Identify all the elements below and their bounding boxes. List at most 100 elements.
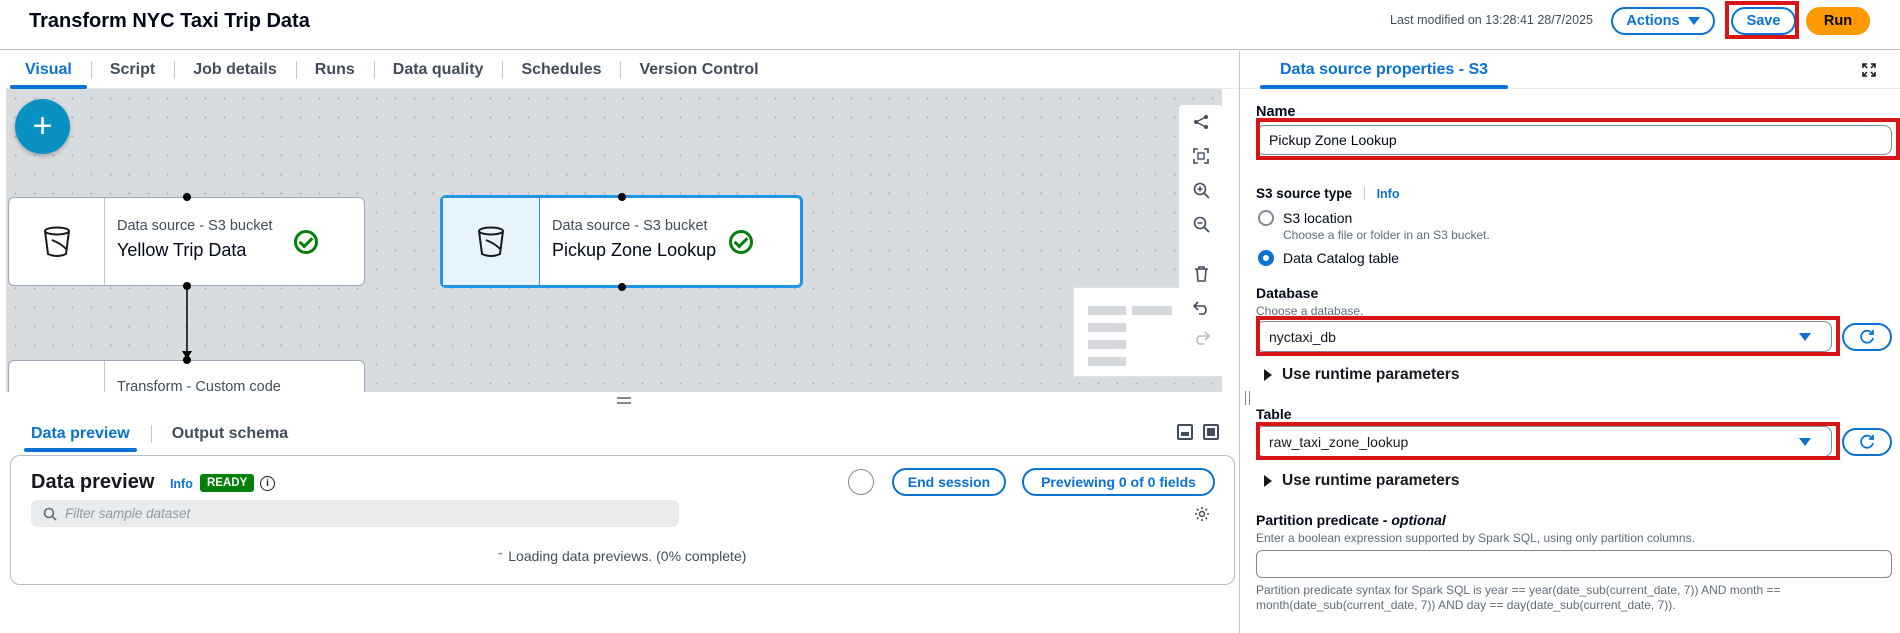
tab-version-control[interactable]: Version Control	[620, 51, 777, 89]
expand-icon[interactable]	[1862, 63, 1876, 77]
spinner-icon	[848, 469, 874, 495]
database-select[interactable]: nyctaxi_db	[1256, 321, 1832, 352]
caret-down-icon	[1799, 332, 1811, 341]
minimap-node	[1088, 357, 1126, 366]
partition-label: Partition predicate - optional	[1256, 512, 1446, 528]
gear-icon[interactable]	[1194, 506, 1210, 522]
info-circle-icon[interactable]: i	[260, 476, 275, 491]
previewing-fields-button[interactable]: Previewing 0 of 0 fields	[1022, 468, 1215, 496]
properties-panel: Data source properties - S3 Name S3 sour…	[1239, 51, 1900, 633]
refresh-database-button[interactable]	[1842, 323, 1892, 351]
split-handle[interactable]	[1245, 391, 1250, 405]
node-port[interactable]	[618, 283, 626, 291]
node-type: Transform - Custom code	[117, 379, 281, 392]
last-modified-text: Last modified on 13:28:41 28/7/2025	[1390, 13, 1593, 27]
tab-job-details[interactable]: Job details	[174, 51, 296, 89]
actions-button[interactable]: Actions	[1611, 7, 1715, 35]
tab-data-quality[interactable]: Data quality	[373, 51, 503, 89]
expander-label: Use runtime parameters	[1282, 472, 1460, 489]
radio-s3-location[interactable]	[1258, 210, 1274, 226]
minimap-node	[1088, 323, 1126, 332]
source-type-label: S3 source type Info	[1256, 186, 1400, 201]
node-transform-custom-code[interactable]: Transform - Custom code	[8, 360, 365, 392]
status-badge: READY	[200, 474, 255, 492]
radio-label: S3 location	[1283, 210, 1353, 226]
fit-view-icon[interactable]	[1179, 139, 1222, 173]
caret-down-icon	[1687, 17, 1700, 25]
node-yellow-trip-data[interactable]: Data source - S3 bucket Yellow Trip Data	[8, 197, 365, 286]
loading-status: ˘ Loading data previews. (0% complete)	[11, 548, 1234, 564]
caret-right-icon	[1264, 475, 1272, 487]
code-icon	[9, 361, 105, 392]
info-link[interactable]: Info	[1377, 187, 1400, 201]
bucket-icon	[9, 198, 105, 285]
node-port[interactable]	[183, 356, 191, 364]
tab-schedules[interactable]: Schedules	[502, 51, 620, 89]
source-type-text: S3 source type	[1256, 186, 1353, 201]
node-port[interactable]	[183, 193, 191, 201]
refresh-icon	[1860, 329, 1874, 344]
minimap-node	[1088, 340, 1126, 349]
runtime-params-expander[interactable]: Use runtime parameters	[1264, 366, 1459, 384]
node-type: Data source - S3 bucket	[117, 218, 273, 234]
maximize-panel-icon[interactable]	[1203, 424, 1219, 440]
node-port[interactable]	[183, 282, 191, 290]
refresh-table-button[interactable]	[1842, 428, 1892, 456]
undo-icon[interactable]	[1179, 291, 1222, 325]
optional-text: optional	[1391, 512, 1446, 528]
canvas-toolbar	[1179, 105, 1222, 355]
partition-description: Enter a boolean expression supported by …	[1256, 531, 1695, 545]
node-type: Data source - S3 bucket	[552, 218, 708, 234]
zoom-in-icon[interactable]	[1179, 173, 1222, 207]
filter-input[interactable]	[65, 506, 679, 521]
runtime-params-expander[interactable]: Use runtime parameters	[1264, 472, 1459, 490]
end-session-button[interactable]: End session	[892, 468, 1006, 496]
data-preview-title: Data preview Info	[31, 471, 193, 494]
page-title: Transform NYC Taxi Trip Data	[29, 10, 310, 32]
bucket-icon	[443, 198, 540, 285]
node-port[interactable]	[618, 193, 626, 201]
redo-icon[interactable]	[1179, 321, 1222, 355]
table-select[interactable]: raw_taxi_zone_lookup	[1256, 426, 1832, 457]
name-label: Name	[1256, 104, 1296, 120]
loading-text: Loading data previews. (0% complete)	[508, 548, 747, 564]
tab-runs[interactable]: Runs	[295, 51, 374, 89]
run-button[interactable]: Run	[1806, 7, 1870, 35]
partition-predicate-field[interactable]	[1256, 550, 1892, 578]
save-button[interactable]: Save	[1731, 7, 1796, 35]
node-name: Pickup Zone Lookup	[552, 240, 717, 260]
caret-right-icon	[1264, 369, 1272, 381]
actions-label: Actions	[1626, 13, 1680, 29]
name-field[interactable]	[1256, 125, 1892, 155]
visual-canvas[interactable]: + Data source - S3 bucket Yellow Trip Da…	[6, 89, 1222, 392]
editor-tabs: Visual Script Job details Runs Data qual…	[6, 51, 1239, 89]
search-icon	[43, 507, 57, 521]
tab-script[interactable]: Script	[90, 51, 174, 89]
check-circle-icon	[729, 230, 753, 254]
delete-icon[interactable]	[1179, 257, 1222, 291]
dock-bottom-icon[interactable]	[1177, 424, 1193, 440]
layout-icon[interactable]	[1179, 105, 1222, 139]
radio-label: Data Catalog table	[1283, 250, 1399, 266]
header: Transform NYC Taxi Trip Data Last modifi…	[0, 0, 1900, 50]
database-label: Database	[1256, 285, 1319, 301]
tab-visual[interactable]: Visual	[6, 51, 91, 89]
tab-data-preview[interactable]: Data preview	[10, 418, 151, 452]
partition-label-text: Partition predicate -	[1256, 512, 1392, 528]
partition-hint: Partition predicate syntax for Spark SQL…	[1256, 583, 1781, 612]
node-pickup-zone-lookup[interactable]: Data source - S3 bucket Pickup Zone Look…	[440, 195, 803, 288]
check-circle-icon	[294, 230, 318, 254]
filter-field[interactable]	[31, 500, 679, 527]
radio-data-catalog-table[interactable]	[1258, 250, 1274, 266]
table-label: Table	[1256, 406, 1292, 422]
data-preview-card: Data preview Info READY i End session Pr…	[10, 455, 1235, 585]
tab-output-schema[interactable]: Output schema	[150, 418, 309, 450]
tab-data-source-properties[interactable]: Data source properties - S3	[1260, 51, 1509, 89]
info-link[interactable]: Info	[170, 477, 193, 491]
database-description: Choose a database.	[1256, 304, 1364, 318]
zoom-out-icon[interactable]	[1179, 207, 1222, 241]
bottom-tabs: Data preview Output schema	[10, 418, 309, 452]
panel-resize-handle[interactable]	[617, 397, 631, 404]
loading-spinner-icon: ˘	[498, 552, 503, 564]
minimap-node	[1088, 306, 1126, 315]
